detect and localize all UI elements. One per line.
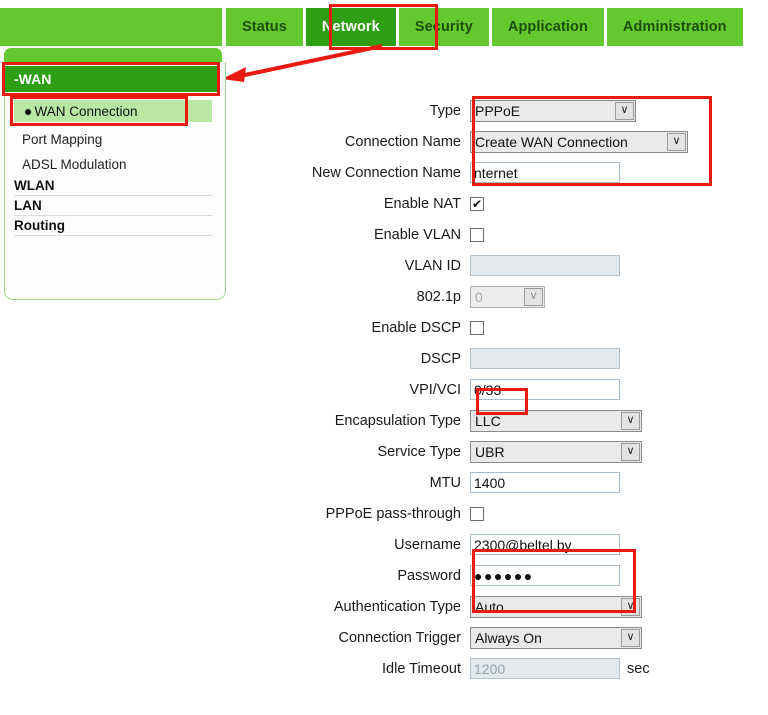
row-8021p: 802.1p 0 ∨ [0, 281, 768, 312]
label-connection-name: Connection Name [344, 133, 461, 150]
vpi-vci-input[interactable] [470, 379, 620, 400]
label-mtu: MTU [429, 474, 461, 491]
annotation-arrow [222, 44, 383, 82]
row-idle-timeout: Idle Timeout sec [0, 653, 768, 684]
wan-connection-form: Type PPPoE ∨ Connection Name Create WAN … [0, 95, 768, 684]
tab-administration[interactable]: Administration [606, 8, 743, 46]
new-connection-name-input[interactable] [470, 162, 620, 183]
row-type: Type PPPoE ∨ [0, 95, 768, 126]
row-enable-nat: Enable NAT ✔ [0, 188, 768, 219]
row-dscp: DSCP [0, 343, 768, 374]
label-authentication-type: Authentication Type [333, 598, 461, 615]
sidebar-section-wan[interactable]: -WAN [5, 66, 219, 92]
label-dscp: DSCP [420, 350, 461, 367]
service-type-select[interactable]: UBR ∨ [470, 440, 642, 463]
label-password: Password [397, 567, 461, 584]
label-pppoe-pass-through: PPPoE pass-through [325, 505, 461, 522]
label-username: Username [394, 536, 461, 553]
8021p-select[interactable]: 0 ∨ [470, 285, 545, 308]
label-idle-timeout: Idle Timeout [382, 660, 461, 677]
logo-banner [0, 8, 222, 46]
row-enable-vlan: Enable VLAN [0, 219, 768, 250]
encapsulation-type-select[interactable]: LLC ∨ [470, 409, 642, 432]
row-username: Username [0, 529, 768, 560]
vlan-id-input[interactable] [470, 255, 620, 276]
username-input[interactable] [470, 534, 620, 555]
tab-application[interactable]: Application [491, 8, 604, 46]
row-pppoe-pass-through: PPPoE pass-through [0, 498, 768, 529]
row-mtu: MTU [0, 467, 768, 498]
label-type: Type [429, 102, 461, 119]
chevron-down-icon: ∨ [621, 411, 640, 430]
chevron-down-icon: ∨ [615, 101, 634, 120]
chevron-down-icon: ∨ [621, 442, 640, 461]
label-service-type: Service Type [377, 443, 461, 460]
mtu-input[interactable] [470, 472, 620, 493]
row-vpi-vci: VPI/VCI [0, 374, 768, 405]
row-encapsulation-type: Encapsulation Type LLC ∨ [0, 405, 768, 436]
8021p-select-value: 0 [475, 288, 483, 305]
dscp-input[interactable] [470, 348, 620, 369]
row-password: Password [0, 560, 768, 591]
label-encapsulation-type: Encapsulation Type [334, 412, 461, 429]
label-enable-dscp: Enable DSCP [371, 319, 461, 336]
type-select[interactable]: PPPoE ∨ [470, 99, 636, 122]
row-service-type: Service Type UBR ∨ [0, 436, 768, 467]
connection-trigger-select[interactable]: Always On ∨ [470, 626, 642, 649]
password-input[interactable] [470, 565, 620, 586]
enable-vlan-checkbox[interactable] [470, 227, 484, 242]
chevron-down-icon: ∨ [524, 287, 543, 306]
label-8021p: 802.1p [416, 288, 461, 305]
authentication-type-select[interactable]: Auto ∨ [470, 595, 642, 618]
label-vlan-id: VLAN ID [404, 257, 461, 274]
chevron-down-icon: ∨ [667, 132, 686, 151]
row-connection-trigger: Connection Trigger Always On ∨ [0, 622, 768, 653]
connection-trigger-select-value: Always On [475, 629, 542, 646]
label-connection-trigger: Connection Trigger [338, 629, 461, 646]
connection-name-select[interactable]: Create WAN Connection ∨ [470, 130, 688, 153]
label-vpi-vci: VPI/VCI [409, 381, 461, 398]
type-select-value: PPPoE [475, 102, 521, 119]
service-type-select-value: UBR [475, 443, 505, 460]
row-connection-name: Connection Name Create WAN Connection ∨ [0, 126, 768, 157]
label-enable-nat: Enable NAT [383, 195, 461, 212]
row-vlan-id: VLAN ID [0, 250, 768, 281]
tab-security[interactable]: Security [398, 8, 489, 46]
authentication-type-select-value: Auto [475, 598, 504, 615]
chevron-down-icon: ∨ [621, 597, 640, 616]
label-enable-vlan: Enable VLAN [373, 226, 461, 243]
encapsulation-type-select-value: LLC [475, 412, 501, 429]
chevron-down-icon: ∨ [621, 628, 640, 647]
row-enable-dscp: Enable DSCP [0, 312, 768, 343]
connection-name-select-value: Create WAN Connection [475, 133, 628, 150]
enable-dscp-checkbox[interactable] [470, 320, 484, 335]
idle-timeout-unit: sec [627, 660, 650, 677]
label-new-connection-name: New Connection Name [311, 164, 461, 181]
idle-timeout-input[interactable] [470, 658, 620, 679]
router-config-page: Status Network Security Application Admi… [0, 0, 768, 715]
pppoe-pass-through-checkbox[interactable] [470, 506, 484, 521]
row-authentication-type: Authentication Type Auto ∨ [0, 591, 768, 622]
row-new-connection-name: New Connection Name [0, 157, 768, 188]
enable-nat-checkbox[interactable]: ✔ [470, 196, 484, 211]
